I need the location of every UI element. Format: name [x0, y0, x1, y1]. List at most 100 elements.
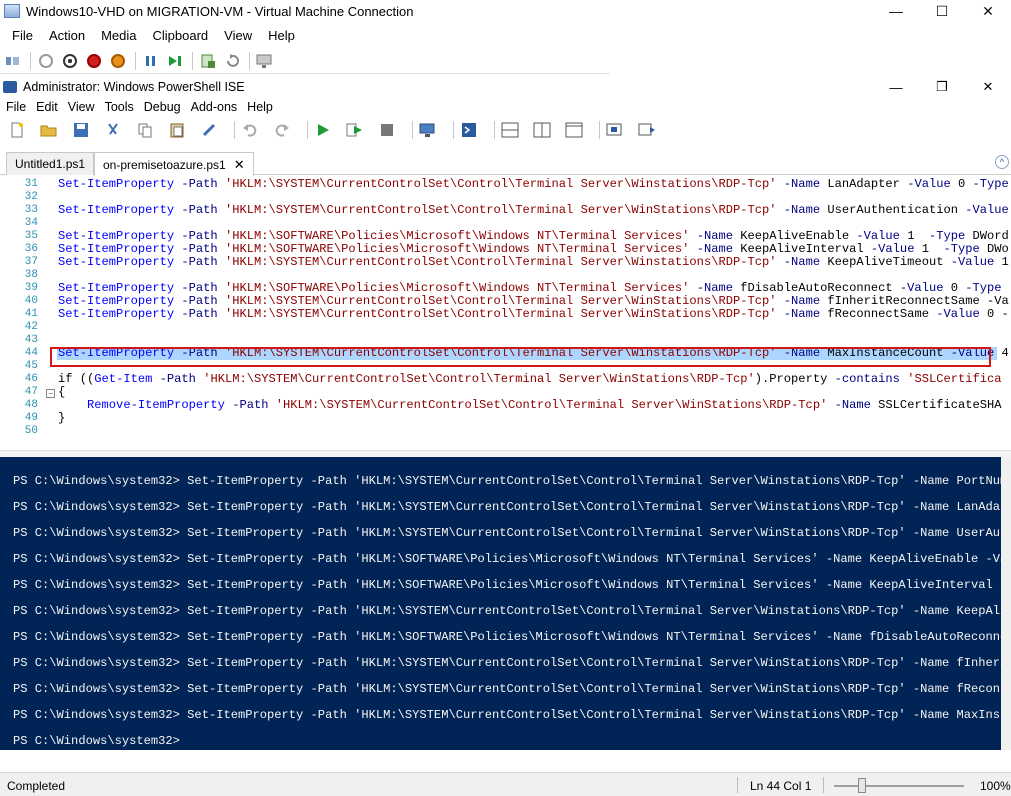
show-script-top-icon[interactable] — [499, 119, 521, 141]
vm-menu-action[interactable]: Action — [41, 28, 93, 43]
code-line[interactable]: Set-ItemProperty -Path 'HKLM:\SYSTEM\Cur… — [58, 178, 1009, 191]
ise-menu-debug[interactable]: Debug — [139, 100, 186, 114]
toolbar-divider — [30, 51, 31, 70]
vm-maximize-button[interactable]: ☐ — [919, 0, 965, 22]
console-scrollbar[interactable] — [1001, 457, 1011, 750]
code-line[interactable]: Set-ItemProperty -Path 'HKLM:\SYSTEM\Cur… — [58, 256, 1009, 269]
save-state-icon[interactable] — [107, 50, 129, 72]
toolbar-divider — [453, 121, 454, 139]
vm-menu-help[interactable]: Help — [260, 28, 303, 43]
line-number: 42 — [24, 321, 38, 333]
vm-menu-clipboard[interactable]: Clipboard — [145, 28, 217, 43]
copy-icon[interactable] — [134, 119, 156, 141]
ise-menu-tools[interactable]: Tools — [100, 100, 139, 114]
powershell-icon — [3, 81, 17, 93]
line-number: 47 — [24, 386, 38, 398]
toolbar-divider — [307, 121, 308, 139]
run-selection-icon[interactable] — [344, 119, 366, 141]
vm-window-titlebar: Windows10-VHD on MIGRATION-VM - Virtual … — [0, 0, 1011, 22]
code-line[interactable]: Set-ItemProperty -Path 'HKLM:\SYSTEM\Cur… — [58, 204, 1009, 217]
start-powershell-icon[interactable] — [458, 119, 480, 141]
ise-menu-help[interactable]: Help — [242, 100, 278, 114]
line-number: 31 — [24, 178, 38, 190]
line-number: 50 — [24, 425, 38, 437]
fold-toggle-icon[interactable]: − — [46, 389, 55, 398]
console-line[interactable]: PS C:\Windows\system32> Set-ItemProperty… — [13, 682, 1001, 697]
line-number-gutter: 31 32 33 34 35 36 37 38 39 40 41 42 43 44 45 46 47 48 49 50 — [0, 176, 42, 438]
pane-splitter[interactable] — [0, 450, 1011, 457]
enhanced-session-icon[interactable] — [254, 50, 276, 72]
undo-icon[interactable] — [239, 119, 261, 141]
revert-icon[interactable] — [221, 50, 243, 72]
new-file-icon[interactable] — [6, 119, 28, 141]
stop-icon[interactable] — [376, 119, 398, 141]
vm-menu-view[interactable]: View — [216, 28, 260, 43]
open-folder-icon[interactable] — [38, 119, 60, 141]
start-icon[interactable] — [35, 50, 57, 72]
line-number: 37 — [24, 256, 38, 268]
vm-menu-file[interactable]: File — [4, 28, 41, 43]
paste-icon[interactable] — [166, 119, 188, 141]
line-number: 39 — [24, 282, 38, 294]
chevron-up-icon[interactable]: ^ — [995, 155, 1009, 169]
ise-close-button[interactable]: ✕ — [965, 76, 1011, 98]
remote-powershell-icon[interactable] — [417, 119, 439, 141]
toolbar-divider — [249, 51, 250, 70]
zoom-slider-track[interactable] — [834, 785, 964, 787]
redo-icon[interactable] — [271, 119, 293, 141]
status-text: Completed — [7, 779, 66, 793]
line-number: 46 — [24, 373, 38, 385]
pause-icon[interactable] — [140, 50, 162, 72]
show-script-right-icon[interactable] — [531, 119, 553, 141]
ise-menu-edit[interactable]: Edit — [31, 100, 63, 114]
ise-menu-addons[interactable]: Add-ons — [186, 100, 243, 114]
console-line[interactable]: PS C:\Windows\system32> Set-ItemProperty… — [13, 708, 1001, 723]
line-number: 45 — [24, 360, 38, 372]
console-line[interactable]: PS C:\Windows\system32> Set-ItemProperty… — [13, 552, 1001, 567]
vm-menu-media[interactable]: Media — [93, 28, 144, 43]
vm-minimize-button[interactable]: — — [873, 0, 919, 22]
save-icon[interactable] — [70, 119, 92, 141]
console-pane[interactable]: PS C:\Windows\system32> Set-ItemProperty… — [0, 457, 1001, 750]
tab-untitled1[interactable]: Untitled1.ps1 — [6, 152, 95, 175]
toolbar-divider — [192, 51, 193, 70]
code-line[interactable]: Remove-ItemProperty -Path 'HKLM:\SYSTEM\… — [58, 399, 1002, 412]
console-line[interactable]: PS C:\Windows\system32> Set-ItemProperty… — [13, 474, 1001, 489]
show-command-window-icon[interactable] — [604, 119, 626, 141]
ise-restore-button[interactable]: ❐ — [919, 76, 965, 98]
highlight-box — [50, 347, 991, 367]
script-editor[interactable]: 31 32 33 34 35 36 37 38 39 40 41 42 43 44 45 46 47 48 49 50… — [0, 176, 1011, 438]
show-command-addon-icon[interactable] — [636, 119, 658, 141]
ise-minimize-button[interactable]: — — [873, 76, 919, 98]
console-line[interactable]: PS C:\Windows\system32> Set-ItemProperty… — [13, 630, 1001, 645]
checkpoint-icon[interactable] — [197, 50, 219, 72]
ise-menu-file[interactable]: File — [1, 100, 31, 114]
zoom-slider-thumb[interactable] — [858, 778, 866, 793]
ise-toolbar — [0, 117, 1011, 143]
toolbar-divider — [494, 121, 495, 139]
ise-menu-view[interactable]: View — [63, 100, 100, 114]
console-line[interactable]: PS C:\Windows\system32> Set-ItemProperty… — [13, 526, 1001, 541]
toolbar-divider — [599, 121, 600, 139]
code-line[interactable]: } — [58, 412, 65, 425]
ctrl-alt-del-icon[interactable] — [2, 50, 24, 72]
console-line[interactable]: PS C:\Windows\system32> Set-ItemProperty… — [13, 604, 1001, 619]
close-icon[interactable]: ✕ — [234, 157, 245, 173]
clear-console-icon[interactable] — [198, 119, 220, 141]
cut-icon[interactable] — [102, 119, 124, 141]
console-line[interactable]: PS C:\Windows\system32> — [13, 734, 180, 749]
vm-close-button[interactable]: ✕ — [965, 0, 1011, 22]
console-line[interactable]: PS C:\Windows\system32> Set-ItemProperty… — [13, 656, 1001, 671]
console-line[interactable]: PS C:\Windows\system32> Set-ItemProperty… — [13, 578, 1001, 593]
resume-icon[interactable] — [164, 50, 186, 72]
line-number: 41 — [24, 308, 38, 320]
code-line[interactable]: Set-ItemProperty -Path 'HKLM:\SYSTEM\Cur… — [58, 308, 1009, 321]
show-script-max-icon[interactable] — [563, 119, 585, 141]
shutdown-icon[interactable] — [83, 50, 105, 72]
turn-off-icon[interactable] — [59, 50, 81, 72]
toolbar-divider — [135, 51, 136, 70]
tab-on-premisetoazure[interactable]: on-premisetoazure.ps1 ✕ — [94, 152, 254, 176]
run-script-icon[interactable] — [312, 119, 334, 141]
code-line[interactable]: if ((Get-Item -Path 'HKLM:\SYSTEM\Curren… — [58, 373, 1002, 386]
console-line[interactable]: PS C:\Windows\system32> Set-ItemProperty… — [13, 500, 1001, 515]
